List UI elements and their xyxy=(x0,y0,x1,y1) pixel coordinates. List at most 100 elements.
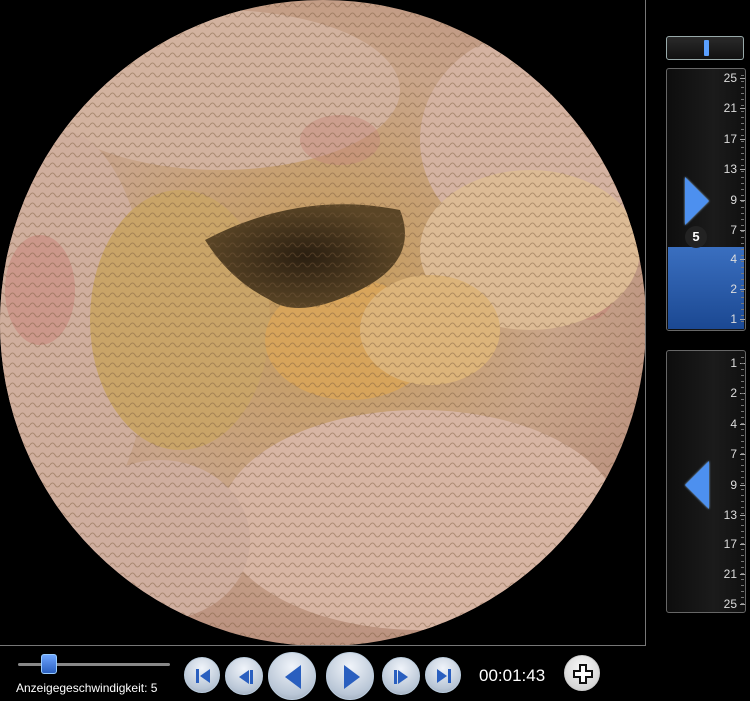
play-reverse-button[interactable] xyxy=(268,652,316,700)
image-viewer[interactable] xyxy=(0,0,646,646)
scale-label: 17 xyxy=(723,132,746,146)
scale-minor-tick xyxy=(741,255,744,256)
scale-minor-tick xyxy=(741,459,744,460)
scale-minor-tick xyxy=(741,117,744,118)
scale-minor-tick xyxy=(741,165,744,166)
scale-minor-tick xyxy=(741,207,744,208)
scale-label: 1 xyxy=(730,312,745,326)
scale-label: 21 xyxy=(723,567,746,581)
scale-minor-tick xyxy=(741,597,744,598)
scale-minor-tick xyxy=(741,267,744,268)
step-back-icon xyxy=(239,670,253,684)
current-speed-badge: 5 xyxy=(685,226,707,248)
scale-minor-tick xyxy=(741,357,744,358)
scale-minor-tick xyxy=(741,237,744,238)
scale-minor-tick xyxy=(741,381,744,382)
scale-minor-tick xyxy=(741,477,744,478)
scale-minor-tick xyxy=(741,87,744,88)
zoom-in-button[interactable] xyxy=(564,655,600,691)
scale-minor-tick xyxy=(741,423,744,424)
scale-minor-tick xyxy=(741,363,744,364)
scale-minor-tick xyxy=(741,99,744,100)
scale-minor-tick xyxy=(741,261,744,262)
scale-minor-tick xyxy=(741,513,744,514)
endoscopy-image xyxy=(0,0,645,645)
scale-minor-tick xyxy=(741,129,744,130)
scale-minor-tick xyxy=(741,489,744,490)
display-speed-slider[interactable] xyxy=(18,654,170,674)
play-forward-icon[interactable] xyxy=(685,177,709,225)
scale-label: 25 xyxy=(723,71,746,85)
play-forward-icon xyxy=(344,665,360,689)
scale-minor-tick xyxy=(741,249,744,250)
scale-minor-tick xyxy=(741,123,744,124)
scale-minor-tick xyxy=(741,219,744,220)
scale-minor-tick xyxy=(741,195,744,196)
scale-minor-tick xyxy=(741,243,744,244)
scale-minor-tick xyxy=(741,417,744,418)
scale-minor-tick xyxy=(741,135,744,136)
scale-minor-tick xyxy=(741,105,744,106)
play-reverse-icon[interactable] xyxy=(685,461,709,509)
scale-minor-tick xyxy=(741,567,744,568)
scale-minor-tick xyxy=(741,321,744,322)
scale-minor-tick xyxy=(741,189,744,190)
reverse-speed-panel[interactable]: 1 2 4 7 9 13 17 21 25 xyxy=(666,350,746,613)
forward-speed-panel[interactable]: 25 21 17 13 9 7 4 2 1 5 xyxy=(666,68,746,331)
play-reverse-icon xyxy=(285,665,301,689)
position-slider[interactable] xyxy=(666,36,744,60)
scale-minor-tick xyxy=(741,75,744,76)
scale-minor-tick xyxy=(741,441,744,442)
step-back-button[interactable] xyxy=(225,657,263,695)
scale-minor-tick xyxy=(741,411,744,412)
scale-minor-tick xyxy=(741,387,744,388)
play-forward-button[interactable] xyxy=(326,652,374,700)
scale-minor-tick xyxy=(741,393,744,394)
scale-minor-tick xyxy=(741,435,744,436)
scale-label: 4 xyxy=(730,417,745,431)
scale-label: 25 xyxy=(723,597,746,611)
scale-minor-tick xyxy=(741,483,744,484)
scale-minor-tick xyxy=(741,375,744,376)
scale-minor-tick xyxy=(741,153,744,154)
scale-minor-tick xyxy=(741,453,744,454)
playback-time: 00:01:43 xyxy=(479,666,546,685)
scale-minor-tick xyxy=(741,495,744,496)
scale-minor-tick xyxy=(741,561,744,562)
scale-minor-tick xyxy=(741,447,744,448)
step-forward-button[interactable] xyxy=(382,657,420,695)
skip-to-end-button[interactable] xyxy=(425,657,461,693)
scale-label: 1 xyxy=(730,356,745,370)
scale-minor-tick xyxy=(741,579,744,580)
position-slider-thumb[interactable] xyxy=(704,40,709,56)
scale-minor-tick xyxy=(741,315,744,316)
step-forward-icon xyxy=(394,670,408,684)
scale-label: 2 xyxy=(730,282,745,296)
reverse-speed-scale: 1 2 4 7 9 13 17 21 25 xyxy=(703,351,746,612)
scale-label: 9 xyxy=(730,193,745,207)
scale-minor-tick xyxy=(741,555,744,556)
scale-label: 4 xyxy=(730,252,745,266)
scale-minor-tick xyxy=(741,213,744,214)
skip-to-start-button[interactable] xyxy=(184,657,220,693)
scale-minor-tick xyxy=(741,231,744,232)
scale-minor-tick xyxy=(741,273,744,274)
speed-slider-thumb[interactable] xyxy=(41,654,57,674)
scale-minor-tick xyxy=(741,285,744,286)
scale-minor-tick xyxy=(741,279,744,280)
scale-label: 13 xyxy=(723,508,746,522)
scale-minor-tick xyxy=(741,183,744,184)
scale-minor-tick xyxy=(741,591,744,592)
zoom-plus-icon xyxy=(573,664,593,684)
scale-minor-tick xyxy=(741,543,744,544)
scale-label: 21 xyxy=(723,101,746,115)
scale-minor-tick xyxy=(741,81,744,82)
scale-minor-tick xyxy=(741,159,744,160)
forward-speed-scale: 25 21 17 13 9 7 4 2 1 xyxy=(703,69,746,330)
scale-label: 17 xyxy=(723,537,746,551)
scale-minor-tick xyxy=(741,507,744,508)
scale-minor-tick xyxy=(741,147,744,148)
scale-minor-tick xyxy=(741,603,744,604)
scale-label: 7 xyxy=(730,223,745,237)
scale-minor-tick xyxy=(741,585,744,586)
